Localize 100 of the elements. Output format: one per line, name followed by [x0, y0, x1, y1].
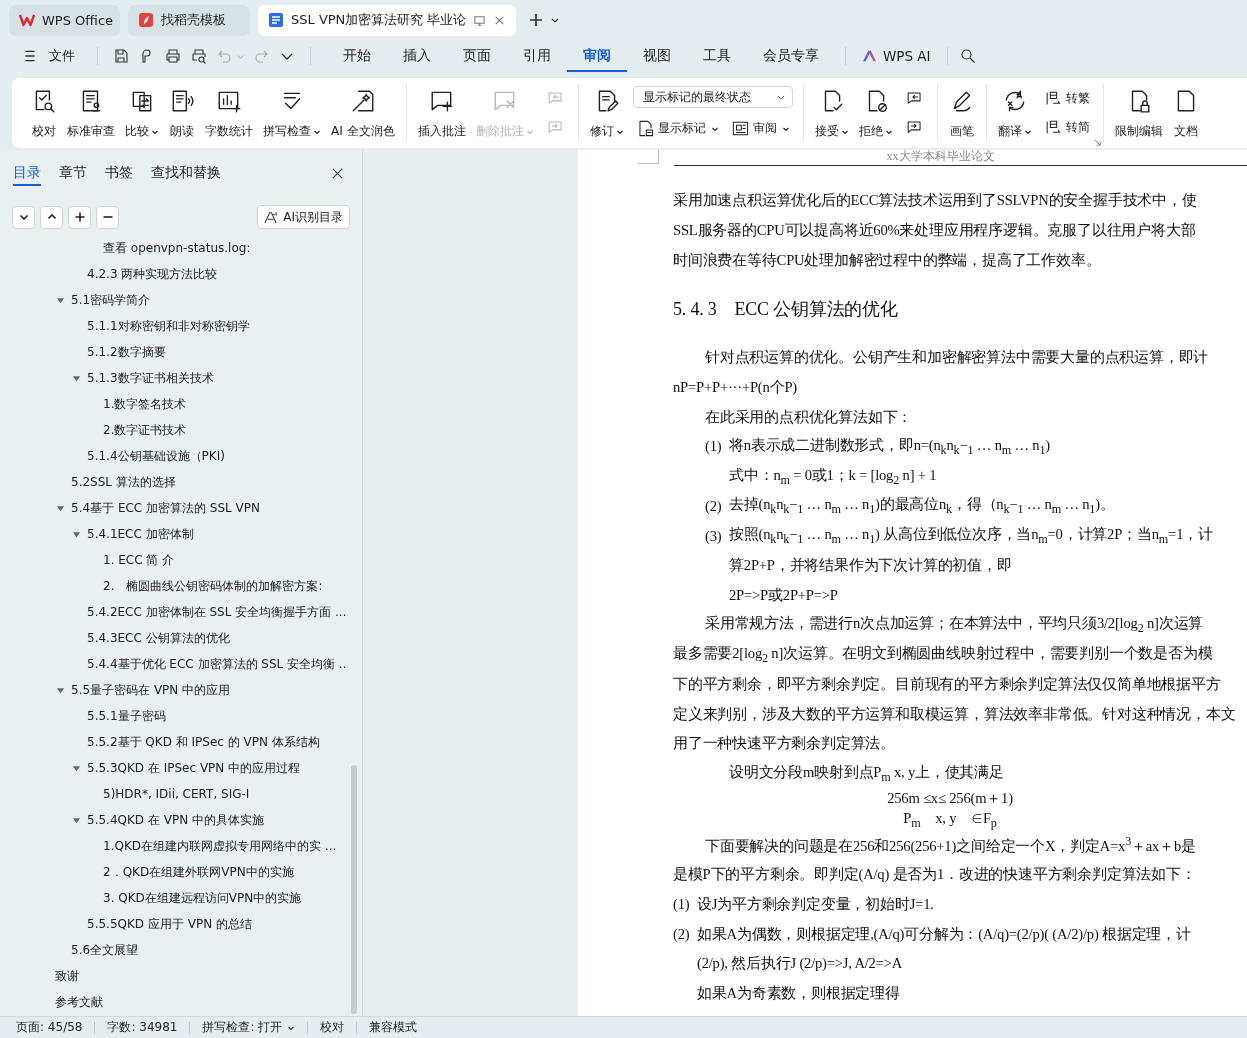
- ribbon-button[interactable]: 修订: [584, 84, 629, 142]
- page-header: xx大学本科毕业论文: [886, 150, 995, 165]
- scrollbar-thumb[interactable]: [351, 765, 357, 1014]
- text-line: 如果A为偶数，则根据定理,(A/q)可分解为：(A/q)=(2/p)( (A/2)/p) 根据定理，计: [697, 924, 1191, 944]
- ribbon-button[interactable]: 字数统计: [200, 84, 258, 142]
- ribbon-tab[interactable]: 工具: [687, 40, 747, 72]
- toc-item[interactable]: 5.5.2基于 QKD 和 IPSec 的 VPN 体系结构: [87, 733, 320, 751]
- toc-item[interactable]: 5.1.1对称密钥和非对称密钥学: [87, 317, 250, 335]
- toc-item[interactable]: 2.数字证书技术: [103, 421, 187, 439]
- ribbon-button[interactable]: 比较: [120, 84, 164, 142]
- status-item[interactable]: 拼写检查: 打开: [202, 1019, 296, 1036]
- sidebar-tab[interactable]: 查找和替换: [151, 160, 221, 186]
- toc-item[interactable]: 5.4.3ECC 公钥算法的优化: [87, 629, 230, 647]
- text-line: 下面要解决的问题是在256和256(256+1)之间给定一个X，判定A=x$^{3}$＋ax＋b是: [705, 834, 1196, 857]
- toc-item[interactable]: 5.6全文展望: [71, 941, 139, 959]
- toc-item[interactable]: 4.2.3 两种实现方法比较: [87, 265, 218, 283]
- print-preview-icon[interactable]: [191, 48, 207, 64]
- ribbon-button[interactable]: 审阅: [727, 117, 793, 140]
- toc-item[interactable]: 5.5.3QKD 在 IPSec VPN 中的应用过程: [87, 759, 301, 777]
- toc-item[interactable]: 5.5.4QKD 在 VPN 中的具体实施: [87, 811, 264, 829]
- sidebar-tab[interactable]: 章节: [59, 160, 87, 186]
- triangle-down-icon[interactable]: [72, 763, 81, 773]
- search-icon[interactable]: [959, 48, 976, 64]
- triangle-down-icon[interactable]: [56, 295, 65, 305]
- close-icon[interactable]: [331, 166, 344, 180]
- text-line: nP=P+P+···+P(n个P): [673, 378, 797, 398]
- toc-item[interactable]: 5.1密码学简介: [71, 291, 151, 309]
- sidebar-tab[interactable]: 目录: [13, 160, 41, 186]
- ribbon-button[interactable]: 标准审查: [62, 84, 120, 142]
- status-item: 页面: 45/58: [16, 1019, 83, 1036]
- toc-item[interactable]: 5.4基于 ECC 加密算法的 SSL VPN: [71, 499, 261, 517]
- toc-item[interactable]: 2. 椭圆曲线公钥密码体制的加解密方案:: [103, 577, 323, 595]
- ribbon-button[interactable]: 画笔: [943, 84, 980, 142]
- save-icon[interactable]: [113, 48, 129, 64]
- ribbon-tab[interactable]: 插入: [387, 40, 447, 72]
- ribbon-button[interactable]: AI 全文润色: [326, 84, 400, 142]
- new-tab-icon[interactable]: [528, 12, 545, 28]
- ribbon-tab[interactable]: 引用: [507, 40, 567, 72]
- file-menu-button[interactable]: 文件: [17, 47, 75, 65]
- toc-item[interactable]: 参考文献: [55, 993, 103, 1011]
- add-button[interactable]: [68, 205, 91, 229]
- toc-item[interactable]: 1. ECC 简 介: [103, 551, 175, 569]
- toc-item[interactable]: 3. QKD在组建远程访问VPN中的实施: [103, 889, 302, 907]
- ribbon-button[interactable]: 翻译: [992, 84, 1037, 142]
- toc-item[interactable]: 查看 openvpn-status.log:: [103, 239, 251, 257]
- toc-item[interactable]: 5.5量子密码在 VPN 中的应用: [71, 681, 231, 699]
- ribbon-tab[interactable]: 页面: [447, 40, 507, 72]
- toc-item[interactable]: 5.5.1量子密码: [87, 707, 166, 725]
- ribbon-button[interactable]: 转繁: [1040, 87, 1093, 110]
- ribbon-button[interactable]: 插入批注: [412, 84, 471, 142]
- ribbon-button[interactable]: 限制编辑: [1109, 84, 1168, 142]
- ribbon-tab[interactable]: 视图: [627, 40, 687, 72]
- text-line: 如果A为奇素数，则根据定理得: [697, 984, 900, 1004]
- triangle-down-icon[interactable]: [72, 373, 81, 383]
- toc-item[interactable]: 5.5.5QKD 应用于 VPN 的总结: [87, 915, 252, 933]
- expand-button[interactable]: [40, 205, 63, 229]
- list-number: (2): [673, 925, 691, 943]
- ribbon-button[interactable]: 拼写检查: [258, 84, 326, 142]
- toc-item[interactable]: 5.1.2数字摘要: [87, 343, 166, 361]
- toc-item[interactable]: 5.4.1ECC 加密体制: [87, 525, 194, 543]
- text-line: SSL服务器的CPU可以提高将近60%来处理应用程序逻辑。克服了以往用户将大部: [673, 221, 1196, 241]
- ribbon-button[interactable]: 显示标记: [632, 117, 722, 140]
- toc-item[interactable]: 致谢: [55, 967, 79, 985]
- toc-item[interactable]: 5.1.4公钥基础设施（PKI): [87, 447, 225, 465]
- ribbon-button[interactable]: 接受: [809, 84, 854, 142]
- formula: P$_{m}$ x, y ∈F$_{p}$: [903, 808, 997, 831]
- monitor-icon[interactable]: [473, 13, 487, 27]
- document-tab[interactable]: SSL VPN加密算法研究 毕业论: [258, 4, 517, 36]
- triangle-down-icon[interactable]: [72, 815, 81, 825]
- collapse-button[interactable]: [12, 205, 35, 229]
- toc-item[interactable]: 5.1.3数字证书相关技术: [87, 369, 214, 387]
- ribbon-tab[interactable]: 审阅: [567, 40, 627, 72]
- ribbon-tab[interactable]: 开始: [327, 40, 387, 72]
- document-tab[interactable]: 找稻壳模板: [128, 4, 250, 36]
- document-tab[interactable]: WPS Office: [9, 4, 120, 36]
- triangle-down-icon[interactable]: [56, 503, 65, 513]
- ribbon-button[interactable]: 转简: [1040, 116, 1093, 139]
- display-mode-dropdown[interactable]: 显示标记的最终状态: [632, 86, 793, 108]
- ribbon-button[interactable]: 朗读: [164, 84, 200, 142]
- toc-item[interactable]: 2．QKD在组建外联网VPN中的实施: [103, 863, 294, 881]
- toc-item[interactable]: 5.4.2ECC 加密体制在 SSL 安全均衡握手方面 ...: [87, 603, 347, 621]
- toc-item[interactable]: 5)HDR*, IDii, CERT, SIG-I: [103, 787, 250, 801]
- triangle-down-icon[interactable]: [72, 529, 81, 539]
- ribbon-button[interactable]: 校对: [26, 84, 62, 142]
- list-number: (3): [705, 527, 723, 545]
- text-line: 用了一种快速平方剩余判定算法。: [673, 734, 895, 754]
- ribbon-button[interactable]: 拒绝: [853, 84, 898, 142]
- toc-item[interactable]: 1.QKD在组建内联网虚拟专用网络中的实 ...: [103, 837, 337, 855]
- printer-icon[interactable]: [165, 48, 181, 64]
- dialog-launcher-icon[interactable]: [1093, 139, 1101, 146]
- ribbon-tab[interactable]: 会员专享: [747, 40, 835, 72]
- toc-item[interactable]: 5.2SSL 算法的选择: [71, 473, 176, 491]
- wps-ai-button[interactable]: WPS AI: [856, 48, 937, 64]
- sidebar-tab[interactable]: 书签: [105, 160, 133, 186]
- remove-button[interactable]: [96, 205, 119, 229]
- formula: 256m ≤x≤ 256(m＋1): [887, 789, 1013, 809]
- toc-item[interactable]: 1.数字签名技术: [103, 395, 187, 413]
- ai-toc-button[interactable]: AI识别目录: [257, 205, 350, 229]
- ribbon-button[interactable]: 文档: [1167, 84, 1204, 142]
- triangle-down-icon[interactable]: [56, 685, 65, 695]
